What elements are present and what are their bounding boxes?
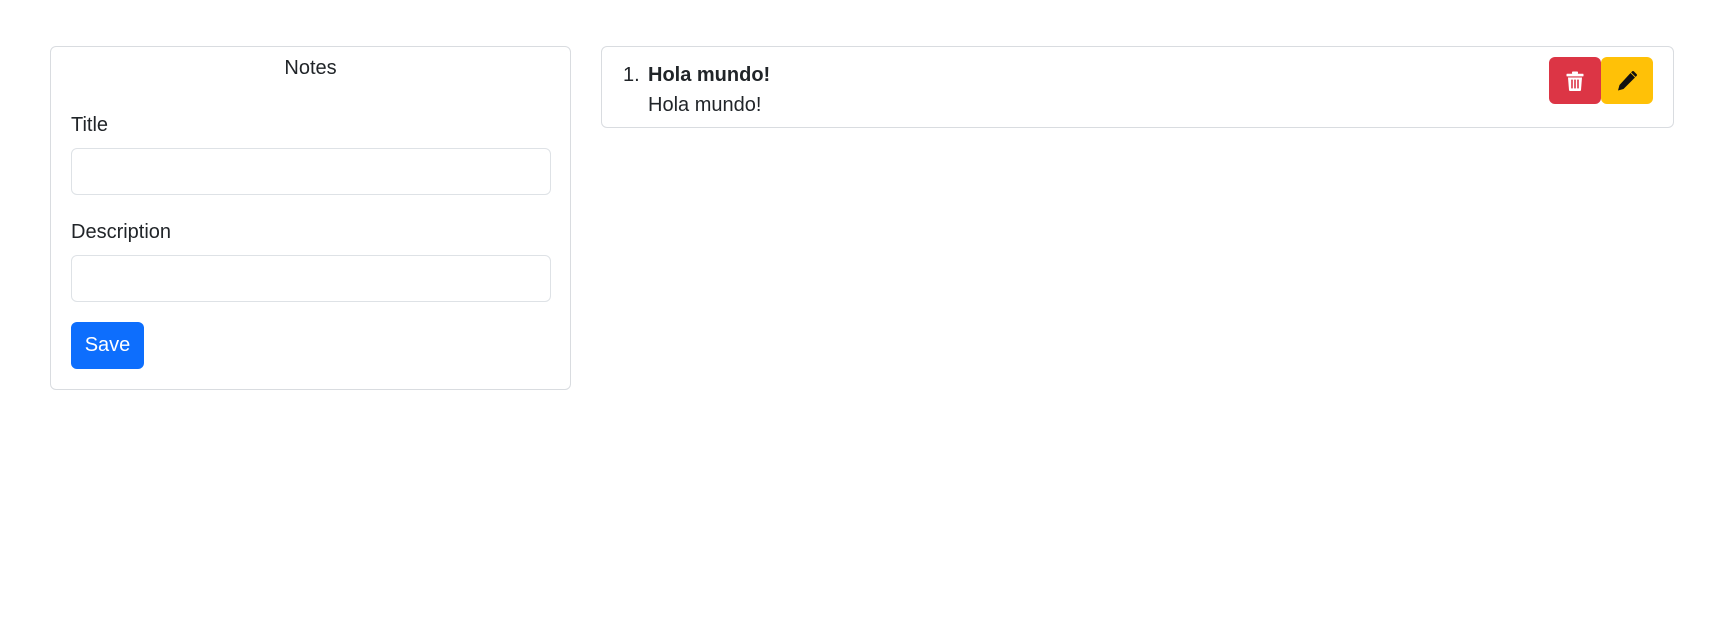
pencil-icon: [1616, 70, 1638, 92]
page: Notes Title Description Save 1. Hola mun…: [0, 0, 1726, 625]
form-title: Notes: [284, 57, 337, 79]
description-input[interactable]: [71, 255, 551, 302]
note-item: 1. Hola mundo! Hola mundo!: [602, 47, 1673, 127]
note-title: Hola mundo!: [648, 64, 771, 86]
note-number: 1.: [623, 64, 640, 86]
edit-note-button[interactable]: [1601, 57, 1653, 104]
save-button[interactable]: Save: [71, 322, 144, 369]
note-description: Hola mundo!: [648, 94, 762, 116]
description-label: Description: [71, 221, 172, 243]
trash-icon: [1566, 71, 1584, 91]
title-input[interactable]: [71, 148, 551, 195]
notes-list: 1. Hola mundo! Hola mundo!: [601, 46, 1674, 128]
delete-note-button[interactable]: [1549, 57, 1601, 104]
title-label: Title: [71, 114, 109, 136]
note-form-card: Notes Title Description Save: [50, 46, 571, 390]
